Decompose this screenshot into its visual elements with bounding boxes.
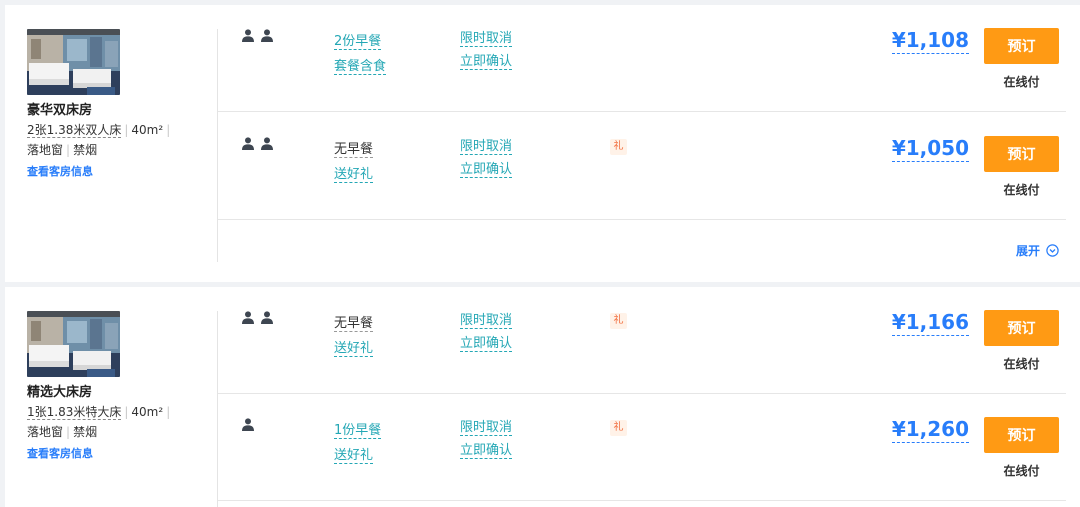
policy-info: 限时取消 立即确认 [460,135,513,181]
package-info[interactable]: 套餐含食 [334,59,387,75]
rate-row: 无早餐 送好礼 限时取消 立即确认 礼 ¥1,050 预订 在线付 [218,113,1066,220]
expand-button[interactable]: 展开 [1016,242,1059,259]
person-icon [241,311,255,324]
book-button[interactable]: 预订 [984,136,1059,172]
rate-row: 2份早餐 套餐含食 限时取消 立即确认 ¥1,108 预订 在线付 [218,5,1066,112]
meal-info: 无早餐 送好礼 [334,311,374,361]
price[interactable]: ¥1,166 [891,309,969,336]
meal-info: 2份早餐 套餐含食 [334,29,387,79]
room-name[interactable]: 精选大床房 [27,384,207,401]
price[interactable]: ¥1,260 [891,416,969,443]
meal-plan[interactable]: 无早餐 [334,316,374,332]
bed-type: 2张1.38米双人床 [27,123,122,138]
gift-info[interactable]: 送好礼 [334,448,374,464]
gift-badge[interactable]: 礼 [610,139,627,155]
gift-badge[interactable]: 礼 [610,313,627,329]
room-area: 40m² [131,123,164,137]
room-info-link[interactable]: 查看客房信息 [27,445,93,461]
meal-plan[interactable]: 1份早餐 [334,423,382,439]
meal-info: 无早餐 送好礼 [334,137,374,187]
room-photo[interactable] [27,29,120,95]
gift-info[interactable]: 送好礼 [334,167,374,183]
room-info: 豪华双床房 2张1.38米双人床 | 40m² | 落地窗 | 禁烟 查看客房信息 [27,29,207,179]
person-icon [260,137,274,150]
book-button[interactable]: 预订 [984,28,1059,64]
window-type: 落地窗 [27,143,64,157]
confirm-policy[interactable]: 立即确认 [460,54,513,70]
person-icon [260,311,274,324]
rate-row: 1份早餐 送好礼 限时取消 立即确认 礼 ¥1,260 预订 在线付 [218,394,1066,501]
confirm-policy[interactable]: 立即确认 [460,336,513,352]
meal-plan[interactable]: 2份早餐 [334,34,382,50]
room-info: 精选大床房 1张1.83米特大床 | 40m² | 落地窗 | 禁烟 查看客房信息 [27,311,207,461]
confirm-policy[interactable]: 立即确认 [460,443,513,459]
room-photo[interactable] [27,311,120,377]
pay-method: 在线付 [1003,75,1040,89]
bed-type: 1张1.83米特大床 [27,405,122,420]
guest-capacity [241,29,274,42]
price[interactable]: ¥1,050 [891,135,969,162]
cancel-policy[interactable]: 限时取消 [460,31,513,47]
book-button[interactable]: 预订 [984,310,1059,346]
cancel-policy[interactable]: 限时取消 [460,139,513,155]
person-icon [241,418,255,431]
policy-info: 限时取消 立即确认 [460,309,513,355]
confirm-policy[interactable]: 立即确认 [460,162,513,178]
pay-method: 在线付 [1003,464,1040,478]
person-icon [241,137,255,150]
smoking-policy: 禁烟 [73,143,98,157]
guest-capacity [241,418,255,431]
pay-method: 在线付 [1003,357,1040,371]
meal-info: 1份早餐 送好礼 [334,418,382,468]
person-icon [260,29,274,42]
room-card: 豪华双床房 2张1.38米双人床 | 40m² | 落地窗 | 禁烟 查看客房信息 2份早… [5,5,1080,282]
person-icon [241,29,255,42]
room-card: 精选大床房 1张1.83米特大床 | 40m² | 落地窗 | 禁烟 查看客房信息 无早餐… [5,287,1080,507]
cancel-policy[interactable]: 限时取消 [460,420,513,436]
policy-info: 限时取消 立即确认 [460,27,513,73]
chevron-down-circle-icon [1046,244,1059,257]
smoking-policy: 禁烟 [73,425,98,439]
room-spec: 2张1.38米双人床 | 40m² | 落地窗 | 禁烟 [27,123,171,157]
book-button[interactable]: 预订 [984,417,1059,453]
meal-plan[interactable]: 无早餐 [334,142,374,158]
gift-info[interactable]: 送好礼 [334,341,374,357]
room-name[interactable]: 豪华双床房 [27,102,207,119]
price[interactable]: ¥1,108 [891,27,969,54]
window-type: 落地窗 [27,425,64,439]
cancel-policy[interactable]: 限时取消 [460,313,513,329]
guest-capacity [241,137,274,150]
pay-method: 在线付 [1003,183,1040,197]
policy-info: 限时取消 立即确认 [460,416,513,462]
guest-capacity [241,311,274,324]
rate-row: 无早餐 送好礼 限时取消 立即确认 礼 ¥1,166 预订 在线付 [218,287,1066,394]
room-area: 40m² [131,405,164,419]
room-info-link[interactable]: 查看客房信息 [27,163,93,179]
expand-label: 展开 [1015,244,1040,258]
gift-badge[interactable]: 礼 [610,420,627,436]
room-spec: 1张1.83米特大床 | 40m² | 落地窗 | 禁烟 [27,405,171,439]
